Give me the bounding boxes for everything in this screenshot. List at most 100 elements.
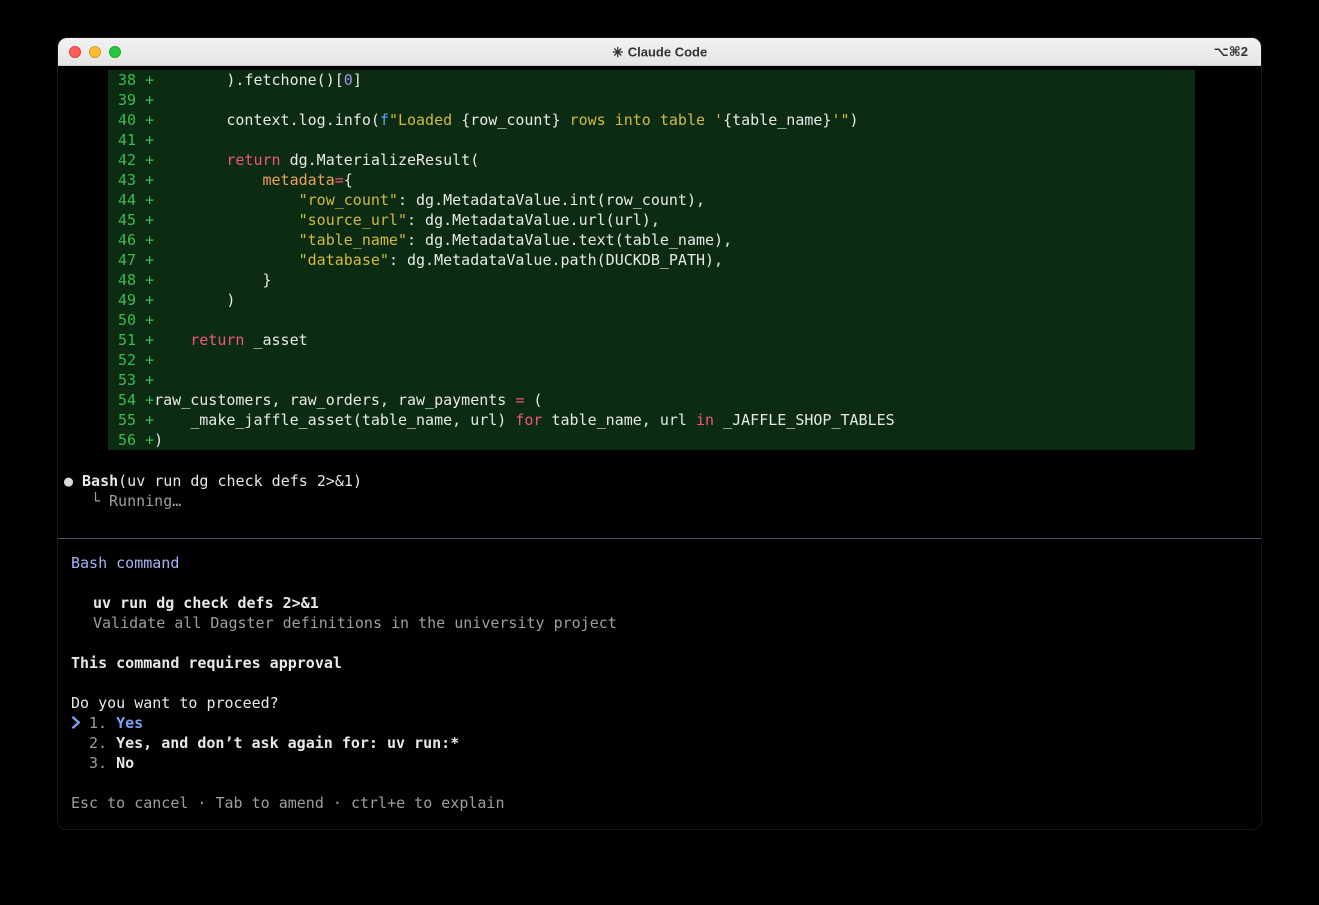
tool-args: (uv run dg check defs 2>&1) <box>118 472 362 490</box>
diff-gutter: 45 + <box>118 211 154 229</box>
code-token: context.log.info( <box>154 111 380 129</box>
option-number: 2. <box>89 734 107 752</box>
code-token: _JAFFLE_SHOP_TABLES <box>714 411 895 429</box>
diff-line: 48 + } <box>108 270 1195 290</box>
desktop: Claude Code ⌥⌘2 38 + ).fetchone()[0]39 +… <box>0 0 1319 905</box>
code-token: f <box>380 111 389 129</box>
code-token: "Loaded <box>389 111 461 129</box>
traffic-lights <box>69 46 121 58</box>
tool-bullet-icon: ● <box>64 472 73 490</box>
dialog-option-2[interactable]: 2. Yes, and don’t ask again for: uv run:* <box>71 733 1261 753</box>
code-token <box>154 171 262 189</box>
diff-line: 54 +raw_customers, raw_orders, raw_payme… <box>108 390 1195 410</box>
minimize-button[interactable] <box>89 46 101 58</box>
code-token: ) <box>154 431 163 449</box>
code-token: dg.MaterializeResult( <box>281 151 480 169</box>
diff-line: 51 + return _asset <box>108 330 1195 350</box>
diff-gutter: 46 + <box>118 231 154 249</box>
diff-gutter: 55 + <box>118 411 154 429</box>
diff-line: 52 + <box>108 350 1195 370</box>
option-label: Yes <box>116 714 143 732</box>
code-token: { <box>344 171 353 189</box>
option-label: No <box>116 754 134 772</box>
code-token: for <box>515 411 542 429</box>
code-diff: 38 + ).fetchone()[0]39 + 40 + context.log… <box>108 70 1195 450</box>
window-shortcut: ⌥⌘2 <box>1214 44 1248 60</box>
code-token: return <box>190 331 244 349</box>
close-button[interactable] <box>69 46 81 58</box>
code-token: "source_url" <box>299 211 407 229</box>
code-token: raw_customers, raw_orders, raw_payments <box>154 391 515 409</box>
code-token: "table_name" <box>299 231 407 249</box>
code-token <box>154 211 299 229</box>
selection-pointer-icon <box>71 713 89 733</box>
diff-gutter: 41 + <box>118 131 154 149</box>
diff-gutter: 53 + <box>118 371 154 389</box>
diff-gutter: 38 + <box>118 71 154 89</box>
diff-gutter: 48 + <box>118 271 154 289</box>
tool-status-line: └ Running… <box>64 491 1261 511</box>
code-token: "database" <box>299 251 389 269</box>
diff-line: 46 + "table_name": dg.MetadataValue.text… <box>108 230 1195 250</box>
sparkle-asterisk-icon <box>612 46 623 57</box>
diff-gutter: 43 + <box>118 171 154 189</box>
diff-gutter: 42 + <box>118 151 154 169</box>
code-token: "row_count" <box>299 191 398 209</box>
dialog-options: 1. Yes 2. Yes, and don’t ask again for: uv … <box>71 713 1261 773</box>
window-titlebar[interactable]: Claude Code ⌥⌘2 <box>58 38 1261 66</box>
code-token: : dg.MetadataValue.text(table_name), <box>407 231 732 249</box>
diff-line: 44 + "row_count": dg.MetadataValue.int(r… <box>108 190 1195 210</box>
diff-line: 38 + ).fetchone()[0] <box>108 70 1195 90</box>
code-token: '" <box>831 111 849 129</box>
code-token: } <box>154 271 271 289</box>
diff-line: 56 +) <box>108 430 1195 450</box>
dialog-option-1[interactable]: 1. Yes <box>71 713 1261 733</box>
code-token: ).fetchone()[ <box>154 71 344 89</box>
diff-gutter: 50 + <box>118 311 154 329</box>
code-token: metadata <box>263 171 335 189</box>
code-token: table_name, url <box>542 411 696 429</box>
claude-code-window: Claude Code ⌥⌘2 38 + ).fetchone()[0]39 +… <box>57 37 1262 830</box>
tool-name: Bash <box>82 472 118 490</box>
diff-gutter: 51 + <box>118 331 154 349</box>
diff-line: 53 + <box>108 370 1195 390</box>
code-token: rows into table ' <box>561 111 724 129</box>
option-number: 3. <box>89 754 107 772</box>
dialog-command-description: Validate all Dagster definitions in the … <box>71 613 1261 633</box>
code-token: in <box>696 411 714 429</box>
code-token <box>154 151 226 169</box>
code-token: ] <box>353 71 362 89</box>
code-token <box>154 331 190 349</box>
diff-gutter: 54 + <box>118 391 154 409</box>
diff-gutter: 40 + <box>118 111 154 129</box>
code-token: : dg.MetadataValue.path(DUCKDB_PATH), <box>389 251 723 269</box>
zoom-button[interactable] <box>109 46 121 58</box>
elbow-icon: └ <box>91 492 100 510</box>
code-token: return <box>226 151 280 169</box>
dialog-title: Bash command <box>71 553 1261 573</box>
code-token <box>154 251 299 269</box>
diff-line: 47 + "database": dg.MetadataValue.path(D… <box>108 250 1195 270</box>
window-title-text: Claude Code <box>628 44 707 59</box>
code-token: = <box>335 171 344 189</box>
diff-gutter: 47 + <box>118 251 154 269</box>
terminal[interactable]: 38 + ).fetchone()[0]39 + 40 + context.log… <box>58 66 1261 830</box>
code-token: ( <box>524 391 542 409</box>
diff-line: 43 + metadata={ <box>108 170 1195 190</box>
diff-line: 41 + <box>108 130 1195 150</box>
code-token: _asset <box>244 331 307 349</box>
tool-status-text: Running… <box>109 492 181 510</box>
diff-line: 50 + <box>108 310 1195 330</box>
code-token: {row_count} <box>461 111 560 129</box>
option-label: Yes, and don’t ask again for: uv run:* <box>116 734 459 752</box>
diff-gutter: 44 + <box>118 191 154 209</box>
window-title: Claude Code <box>612 44 707 59</box>
dialog-option-3[interactable]: 3. No <box>71 753 1261 773</box>
code-token: : dg.MetadataValue.url(url), <box>407 211 660 229</box>
dialog-footer-hints: Esc to cancel · Tab to amend · ctrl+e to… <box>71 793 1261 813</box>
code-token: : dg.MetadataValue.int(row_count), <box>398 191 705 209</box>
option-number: 1. <box>89 714 107 732</box>
code-token: {table_name} <box>723 111 831 129</box>
diff-gutter: 39 + <box>118 91 154 109</box>
dialog-question: Do you want to proceed? <box>71 693 1261 713</box>
